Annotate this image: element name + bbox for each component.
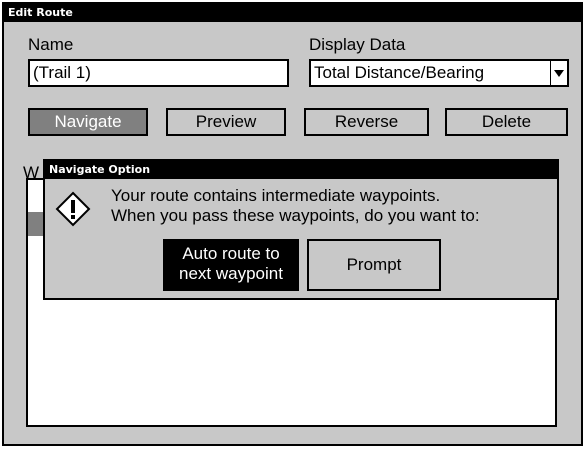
dialog-message-line-2: When you pass these waypoints, do you wa…: [111, 206, 480, 225]
edit-route-window: Edit Route Name (Trail 1) Display Data T…: [2, 2, 583, 446]
dialog-title: Navigate Option: [45, 161, 557, 179]
dialog-message-line-1: Your route contains intermediate waypoin…: [111, 186, 441, 205]
display-data-dropdown[interactable]: Total Distance/Bearing: [309, 59, 569, 87]
delete-button[interactable]: Delete: [445, 108, 568, 136]
navigate-option-dialog: Navigate Option Your route contains inte…: [43, 159, 559, 300]
prompt-button[interactable]: Prompt: [307, 239, 441, 291]
auto-route-line-2: next waypoint: [179, 264, 283, 283]
navigate-button-label: Navigate: [51, 112, 125, 131]
warning-icon: [55, 191, 91, 227]
auto-route-button[interactable]: Auto route to next waypoint: [163, 239, 299, 291]
navigate-button[interactable]: Navigate: [28, 108, 148, 136]
window-title: Edit Route: [4, 4, 581, 22]
auto-route-line-1: Auto route to: [182, 244, 280, 263]
name-label: Name: [28, 35, 74, 54]
chevron-down-icon[interactable]: [550, 61, 567, 85]
display-data-label: Display Data: [309, 35, 406, 54]
display-data-value: Total Distance/Bearing: [314, 63, 485, 82]
name-field[interactable]: (Trail 1): [28, 59, 289, 87]
preview-button[interactable]: Preview: [166, 108, 286, 136]
reverse-button[interactable]: Reverse: [304, 108, 429, 136]
